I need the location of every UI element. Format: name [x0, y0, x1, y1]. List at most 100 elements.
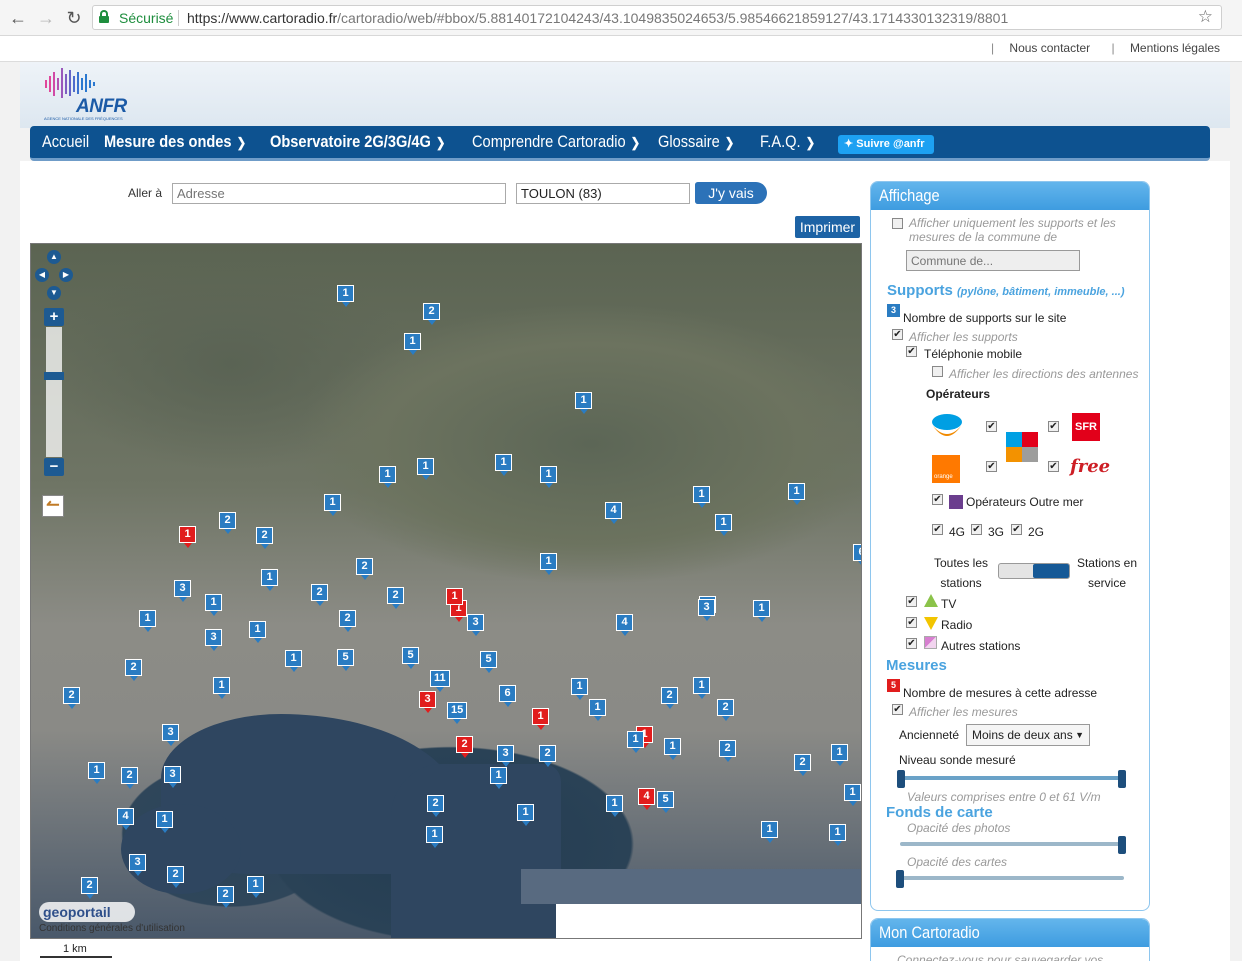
tv-checkbox[interactable] [906, 596, 917, 607]
support-marker[interactable]: 2 [339, 610, 356, 632]
go-button[interactable]: J'y vais [695, 182, 767, 204]
support-marker[interactable]: 4 [117, 808, 134, 830]
support-marker[interactable]: 2 [356, 558, 373, 580]
support-marker[interactable]: 1 [156, 811, 173, 833]
support-marker[interactable]: 2 [539, 745, 556, 767]
support-marker[interactable]: 1 [426, 826, 443, 848]
support-marker[interactable]: 1 [247, 876, 264, 898]
show-mesures-checkbox[interactable] [892, 704, 903, 715]
support-marker[interactable]: 2 [217, 886, 234, 908]
orange-checkbox[interactable] [986, 461, 997, 472]
menu-item-accueil[interactable]: Accueil [42, 132, 89, 152]
support-marker[interactable]: 3 [497, 745, 514, 767]
support-marker[interactable]: 2 [717, 699, 734, 721]
support-marker[interactable]: 1 [205, 594, 222, 616]
support-marker[interactable]: 1 [540, 466, 557, 488]
support-marker[interactable]: 1 [788, 483, 805, 505]
support-marker[interactable]: 2 [427, 795, 444, 817]
city-input[interactable] [516, 183, 690, 204]
pan-down-icon[interactable]: ▼ [47, 286, 61, 300]
url-text[interactable]: https://www.cartoradio.fr/cartoradio/web… [187, 10, 1008, 26]
3g-checkbox[interactable] [971, 524, 982, 535]
support-marker[interactable]: 1 [753, 600, 770, 622]
support-marker[interactable]: 2 [311, 584, 328, 606]
support-marker[interactable]: 6 [499, 685, 516, 707]
menu-item-faq[interactable]: F.A.Q. ❯ [760, 132, 815, 152]
layer-switcher-icon[interactable]: ↼ [42, 495, 64, 517]
support-marker[interactable]: 1 [88, 762, 105, 784]
support-marker[interactable]: 2 [256, 527, 273, 549]
bookmark-star-icon[interactable]: ☆ [1198, 7, 1213, 27]
directions-checkbox[interactable] [932, 366, 943, 377]
support-marker[interactable]: 1 [829, 824, 846, 846]
support-marker[interactable]: 1 [627, 731, 644, 753]
support-marker[interactable]: 1 [517, 804, 534, 826]
support-marker[interactable]: 2 [794, 754, 811, 776]
twitter-follow-button[interactable]: ✦ Suivre @anfr [838, 135, 934, 154]
menu-item-glossaire[interactable]: Glossaire ❯ [658, 132, 734, 152]
support-marker[interactable]: 1 [693, 486, 710, 508]
anfr-logo-icon[interactable] [44, 66, 104, 100]
support-marker[interactable]: 1 [571, 678, 588, 700]
support-marker[interactable]: 5 [480, 651, 497, 673]
support-marker[interactable]: 3 [129, 854, 146, 876]
support-marker[interactable]: 6 [853, 544, 861, 566]
support-marker[interactable]: 1 [831, 744, 848, 766]
menu-item-mesure[interactable]: Mesure des ondes ❯ [104, 132, 246, 152]
support-marker[interactable]: 1 [337, 285, 354, 307]
back-arrow-icon[interactable]: ← [6, 6, 30, 30]
niveau-slider-track[interactable] [901, 776, 1123, 780]
measure-marker[interactable]: 1 [179, 526, 196, 548]
support-marker[interactable]: 2 [125, 659, 142, 681]
support-marker[interactable]: 4 [616, 614, 633, 636]
support-marker[interactable]: 11 [430, 670, 450, 692]
contact-link[interactable]: Nous contacter [1009, 41, 1090, 55]
2g-checkbox[interactable] [1011, 524, 1022, 535]
support-marker[interactable]: 5 [402, 647, 419, 669]
geoportail-logo[interactable]: geoportail [39, 902, 135, 922]
support-marker[interactable]: 1 [606, 795, 623, 817]
support-marker[interactable]: 1 [589, 699, 606, 721]
support-marker[interactable]: 1 [213, 677, 230, 699]
support-marker[interactable]: 1 [249, 621, 266, 643]
address-input[interactable] [172, 183, 506, 204]
commune-input[interactable] [906, 250, 1080, 271]
support-marker[interactable]: 3 [164, 766, 181, 788]
cartes-opacity-track[interactable] [900, 876, 1124, 880]
4g-checkbox[interactable] [932, 524, 943, 535]
support-marker[interactable]: 1 [404, 333, 421, 355]
legal-link[interactable]: Mentions légales [1130, 41, 1220, 55]
cartes-opacity-handle[interactable] [896, 870, 904, 888]
support-marker[interactable]: 2 [661, 687, 678, 709]
zoom-slider-track[interactable] [46, 327, 62, 457]
niveau-max-handle[interactable] [1118, 770, 1126, 788]
anciennete-select[interactable]: Moins de deux ans ▼ [966, 724, 1090, 746]
zoom-out-button[interactable]: − [44, 458, 64, 476]
only-commune-checkbox[interactable] [892, 218, 903, 229]
telephonie-checkbox[interactable] [906, 346, 917, 357]
support-marker[interactable]: 5 [657, 791, 674, 813]
zoom-slider-handle[interactable] [44, 372, 64, 380]
reload-icon[interactable]: ↻ [62, 6, 86, 30]
support-marker[interactable]: 1 [693, 677, 710, 699]
support-marker[interactable]: 3 [698, 599, 715, 621]
zoom-in-button[interactable]: + [44, 308, 64, 326]
pan-left-icon[interactable]: ◀ [35, 268, 49, 282]
support-marker[interactable]: 1 [139, 610, 156, 632]
support-marker[interactable]: 4 [605, 502, 622, 524]
support-marker[interactable]: 1 [575, 392, 592, 414]
photos-opacity-handle[interactable] [1118, 836, 1126, 854]
support-marker[interactable]: 15 [447, 702, 468, 724]
support-marker[interactable]: 1 [540, 553, 557, 575]
print-button[interactable]: Imprimer [795, 216, 860, 238]
support-marker[interactable]: 2 [219, 512, 236, 534]
radio-checkbox[interactable] [906, 617, 917, 628]
outre-mer-checkbox[interactable] [932, 494, 943, 505]
support-marker[interactable]: 1 [261, 569, 278, 591]
free-checkbox[interactable] [1048, 461, 1059, 472]
support-marker[interactable]: 1 [664, 738, 681, 760]
conditions-link[interactable]: Conditions générales d'utilisation [39, 923, 185, 934]
show-supports-checkbox[interactable] [892, 329, 903, 340]
support-marker[interactable]: 1 [379, 466, 396, 488]
bouygues-checkbox[interactable] [986, 421, 997, 432]
